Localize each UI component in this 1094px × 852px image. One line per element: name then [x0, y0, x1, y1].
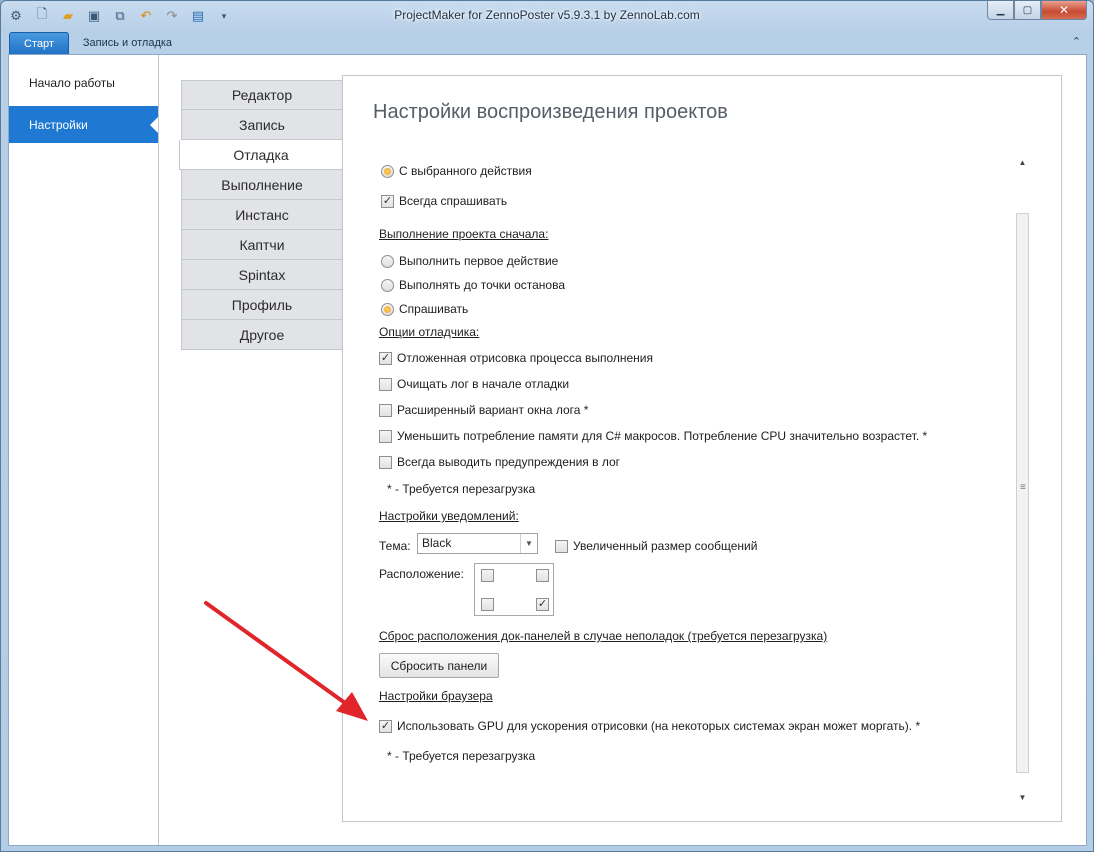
tab-execution[interactable]: Выполнение — [181, 170, 343, 200]
checkbox[interactable] — [379, 429, 392, 443]
debugger-option-extended-log[interactable]: Расширенный вариант окна лога * — [379, 401, 588, 419]
section-browser-settings: Настройки браузера — [379, 689, 493, 703]
app-window: ⚙ 🗋 ▰ ▣ ⧉ ↶ ↷ ▤ ▾ ProjectMaker for Zenno… — [0, 0, 1094, 852]
checkbox[interactable] — [379, 455, 392, 469]
scrollbar-thumb[interactable]: ≡ — [1016, 213, 1029, 773]
option-label: Всегда выводить предупреждения в лог — [397, 455, 621, 469]
always-ask-option[interactable]: ✓ Всегда спрашивать — [381, 192, 507, 210]
radio-button[interactable] — [381, 164, 394, 178]
section-debugger-options: Опции отладчика: — [379, 325, 480, 339]
section-notifications: Настройки уведомлений: — [379, 509, 519, 523]
gpu-acceleration-option[interactable]: ✓ Использовать GPU для ускорения отрисов… — [379, 717, 920, 735]
checkbox[interactable]: ✓ — [381, 194, 394, 208]
grip-icon: ≡ — [1020, 482, 1026, 493]
theme-label: Тема: — [379, 539, 411, 553]
checkbox[interactable] — [555, 539, 568, 553]
settings-scroll-area: С выбранного действия ✓ Всегда спрашиват… — [373, 156, 1033, 806]
restart-note-browser: * - Требуется перезагрузка — [387, 749, 536, 763]
chevron-down-icon[interactable]: ▼ — [520, 534, 537, 553]
maximize-button[interactable]: ▢ — [1014, 1, 1041, 20]
debugger-option-reduce-memory[interactable]: Уменьшить потребление памяти для C# макр… — [379, 427, 927, 445]
exec-option-until-breakpoint[interactable]: Выполнять до точки останова — [381, 276, 565, 294]
section-exec-from-start: Выполнение проекта сначала: — [379, 227, 549, 241]
left-nav: Начало работы Настройки — [9, 55, 159, 845]
theme-select-value: Black — [422, 536, 452, 550]
start-from-selected-option[interactable]: С выбранного действия — [381, 162, 532, 180]
main-content: Начало работы Настройки Редактор Запись … — [8, 54, 1087, 846]
tab-captcha[interactable]: Каптчи — [181, 230, 343, 260]
ribbon-tab-record-debug[interactable]: Запись и отладка — [69, 32, 186, 54]
option-label: Уменьшить потребление памяти для C# макр… — [397, 429, 928, 443]
debugger-option-clear-log[interactable]: Очищать лог в начале отладки — [379, 375, 569, 393]
settings-panel: Настройки воспроизведения проектов С выб… — [342, 75, 1062, 822]
debugger-option-warnings-log[interactable]: Всегда выводить предупреждения в лог — [379, 453, 620, 471]
option-label: Спрашивать — [399, 302, 469, 316]
ribbon-tab-start[interactable]: Старт — [9, 32, 69, 54]
checkbox[interactable] — [379, 403, 392, 417]
checkbox[interactable]: ✓ — [379, 351, 392, 365]
option-label: Использовать GPU для ускорения отрисовки… — [397, 719, 921, 733]
position-top-right-checkbox[interactable] — [536, 569, 549, 582]
option-label: Расширенный вариант окна лога * — [397, 403, 589, 417]
option-label: Отложенная отрисовка процесса выполнения — [397, 351, 653, 365]
position-label: Расположение: — [379, 567, 464, 581]
notification-position-grid: ✓ — [474, 563, 554, 616]
position-bottom-right-checkbox[interactable]: ✓ — [536, 598, 549, 611]
tab-recording[interactable]: Запись — [181, 110, 343, 140]
scroll-down-icon[interactable]: ▼ — [1015, 793, 1030, 802]
minimize-button[interactable]: ▁ — [987, 1, 1014, 20]
vertical-scrollbar[interactable]: ▲ ≡ ▼ — [1015, 156, 1030, 806]
window-controls: ▁ ▢ ✕ — [987, 1, 1087, 20]
nav-item-getting-started[interactable]: Начало работы — [9, 64, 158, 101]
exec-option-ask[interactable]: Спрашивать — [381, 300, 468, 318]
scroll-up-icon[interactable]: ▲ — [1015, 158, 1030, 167]
option-label: Увеличенный размер сообщений — [573, 539, 758, 553]
option-label: Очищать лог в начале отладки — [397, 377, 570, 391]
radio-button[interactable] — [381, 278, 394, 292]
tab-profile[interactable]: Профиль — [181, 290, 343, 320]
tab-instance[interactable]: Инстанс — [181, 200, 343, 230]
restart-note: * - Требуется перезагрузка — [387, 482, 536, 496]
position-top-left-checkbox[interactable] — [481, 569, 494, 582]
section-reset-panels: Сброс расположения док-панелей в случае … — [379, 629, 828, 643]
option-label: Всегда спрашивать — [399, 194, 508, 208]
tab-other[interactable]: Другое — [181, 320, 343, 350]
exec-option-first-action[interactable]: Выполнить первое действие — [381, 252, 558, 270]
close-button[interactable]: ✕ — [1041, 1, 1087, 20]
theme-select[interactable]: Black ▼ — [417, 533, 538, 554]
ribbon-tabs: Старт Запись и отладка — [1, 31, 1093, 54]
radio-button[interactable] — [381, 302, 394, 316]
title-bar: ⚙ 🗋 ▰ ▣ ⧉ ↶ ↷ ▤ ▾ ProjectMaker for Zenno… — [1, 1, 1093, 31]
ribbon-collapse-icon[interactable]: ⌃ — [1072, 35, 1081, 48]
debugger-option-deferred-render[interactable]: ✓ Отложенная отрисовка процесса выполнен… — [379, 349, 653, 367]
option-label: С выбранного действия — [399, 164, 532, 178]
checkbox[interactable]: ✓ — [379, 719, 392, 733]
tab-spintax[interactable]: Spintax — [181, 260, 343, 290]
reset-panels-button[interactable]: Сбросить панели — [379, 653, 499, 678]
position-bottom-left-checkbox[interactable] — [481, 598, 494, 611]
window-title: ProjectMaker for ZennoPoster v5.9.3.1 by… — [394, 8, 700, 22]
nav-item-settings[interactable]: Настройки — [9, 106, 158, 143]
tab-debugging[interactable]: Отладка — [179, 140, 342, 170]
large-messages-option[interactable]: Увеличенный размер сообщений — [555, 537, 757, 555]
radio-button[interactable] — [381, 254, 394, 268]
settings-tabs: Редактор Запись Отладка Выполнение Инста… — [179, 80, 343, 350]
tab-editor[interactable]: Редактор — [181, 80, 343, 110]
checkbox[interactable] — [379, 377, 392, 391]
option-label: Выполнять до точки останова — [399, 278, 565, 292]
option-label: Выполнить первое действие — [399, 254, 559, 268]
page-title: Настройки воспроизведения проектов — [373, 101, 728, 123]
